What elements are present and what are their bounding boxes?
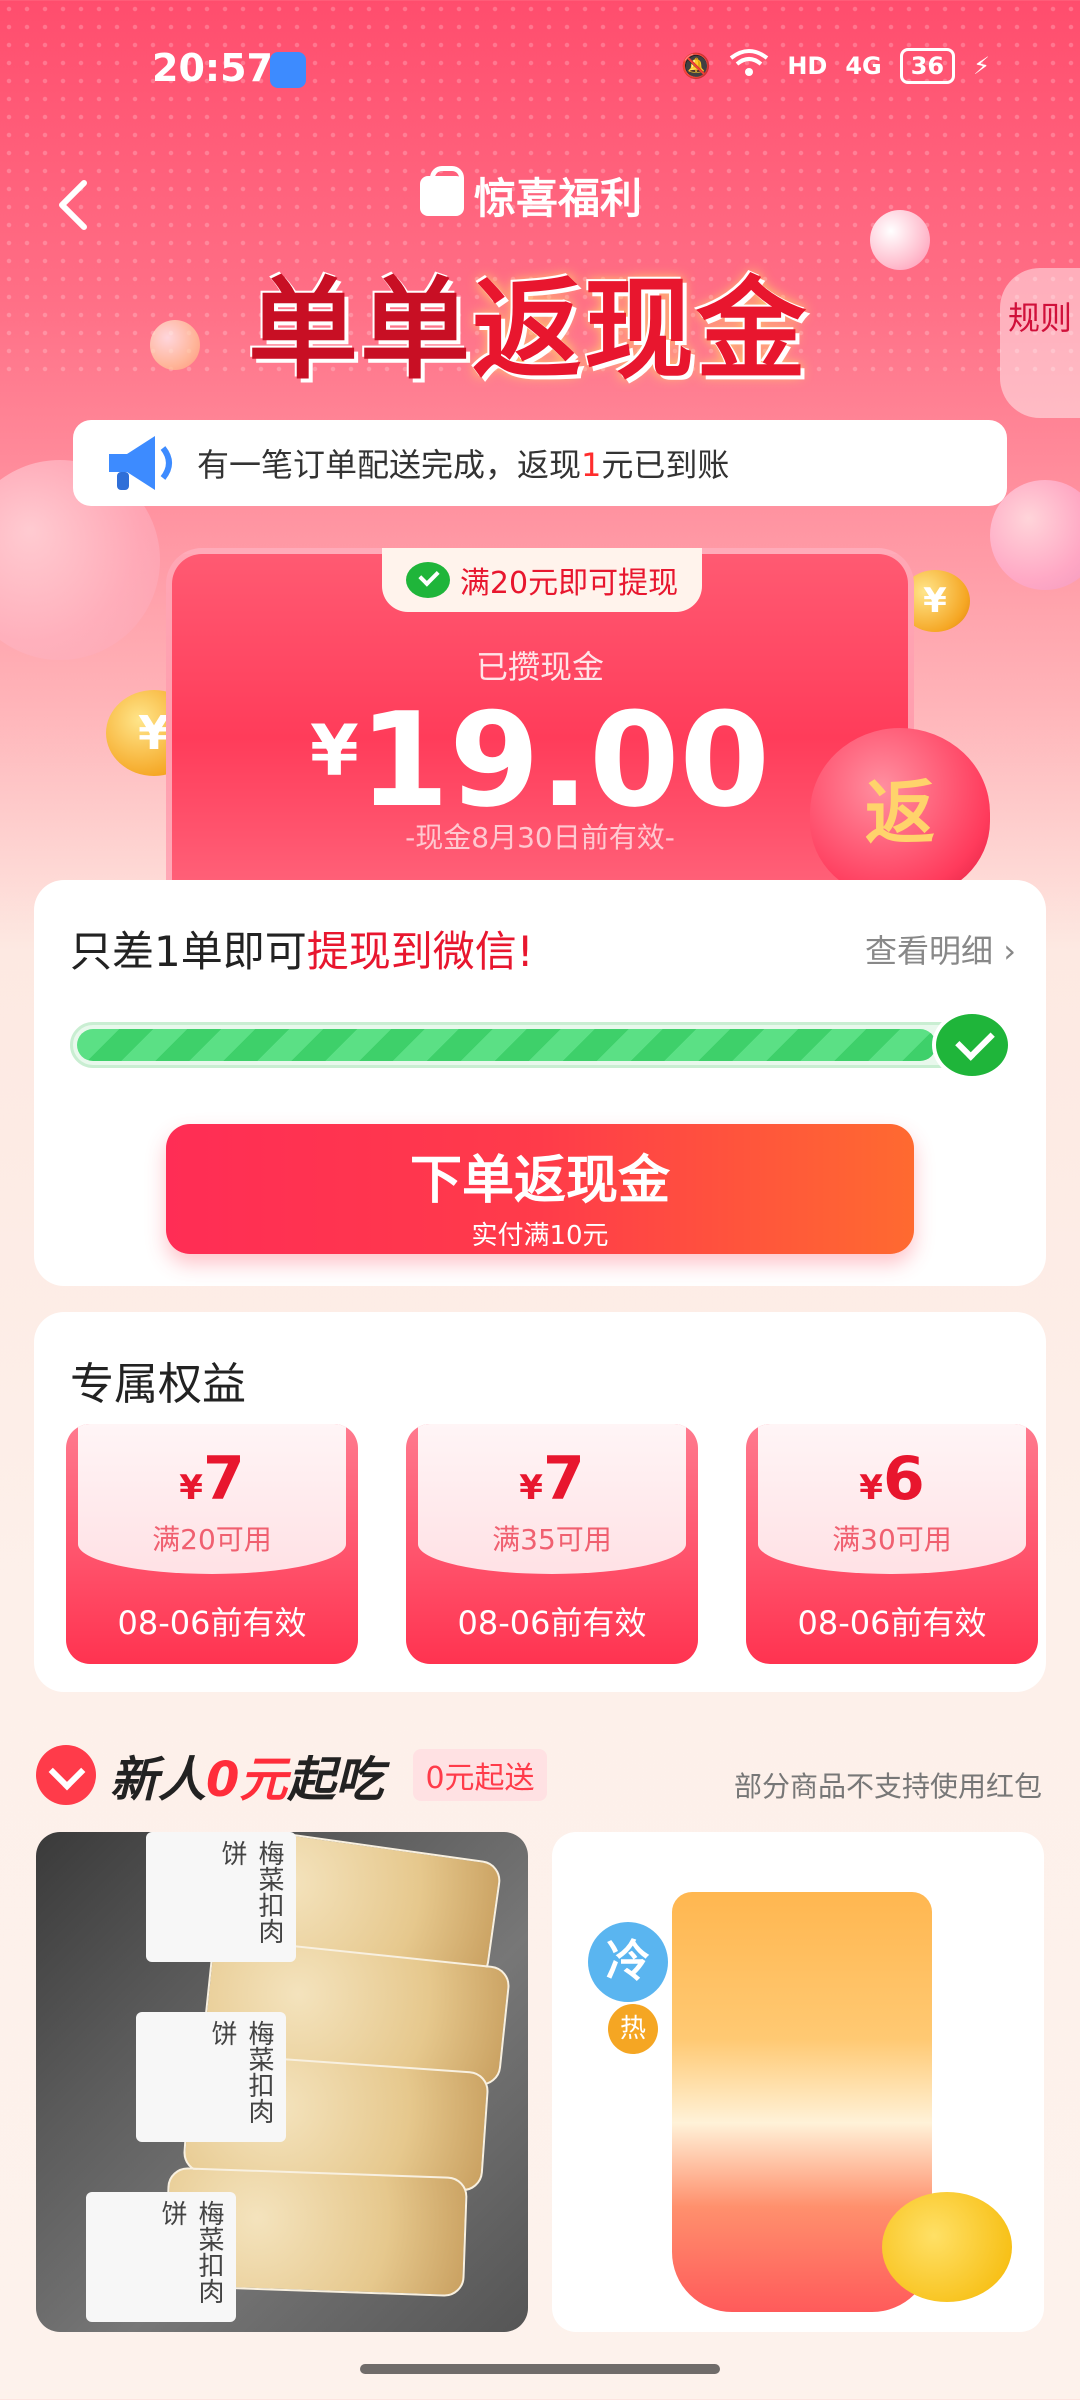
coupon-item[interactable]: ¥7 满20可用 08-06前有效 — [66, 1424, 358, 1664]
progress-bar — [70, 1022, 980, 1068]
coupon-list: ¥7 满20可用 08-06前有效 ¥7 满35可用 08-06前有效 ¥6 满… — [66, 1424, 1038, 1664]
megaphone-icon — [103, 428, 179, 498]
newbie-title: 新人0元起吃 — [110, 1740, 383, 1810]
hd-indicator: HD — [787, 52, 828, 80]
status-icons: 🔕 HD 4G 36 ⚡ — [681, 48, 990, 84]
chevron-left-icon — [59, 180, 87, 230]
product-card[interactable]: 冷 热 — [552, 1832, 1044, 2332]
cash-expiry: -现金8月30日前有效- — [405, 821, 675, 854]
view-details-link[interactable]: 查看明细 › — [865, 926, 1016, 972]
product-image-wrapper: 梅菜扣肉饼 — [136, 2012, 286, 2142]
cash-card: 满20元即可提现 已攒现金 ¥19.00 -现金8月30日前有效- — [166, 548, 914, 928]
page-title-part2: 返现金 — [472, 266, 808, 394]
benefits-title: 专属权益 — [70, 1359, 246, 1410]
coupon-amount: ¥7 — [418, 1424, 686, 1514]
mango-image — [882, 2192, 1012, 2302]
withdraw-threshold-tag: 满20元即可提现 — [382, 548, 702, 612]
cash-amount-value: 19.00 — [358, 684, 770, 836]
progress-title-before: 只差1单即可 — [70, 927, 307, 976]
home-indicator[interactable] — [360, 2364, 720, 2374]
battery-indicator: 36 — [899, 48, 956, 84]
notice-bar: 有一笔订单配送完成，返现1元已到账 — [73, 420, 1007, 506]
coupon-top: ¥6 满30可用 — [758, 1424, 1026, 1574]
wechat-check-icon — [932, 1010, 1012, 1080]
cash-amount: ¥19.00 — [172, 684, 908, 836]
order-button-label: 下单返现金 — [409, 1151, 670, 1211]
currency-symbol: ¥ — [310, 710, 359, 792]
red-envelope-bag-icon: 返 — [810, 728, 990, 898]
notice-text: 有一笔订单配送完成，返现1元已到账 — [197, 440, 729, 486]
benefits-card: 专属权益 ¥7 满20可用 08-06前有效 ¥7 满35可用 08-06前有效… — [34, 1312, 1046, 1692]
coupon-amount: ¥7 — [78, 1424, 346, 1514]
order-button-sublabel: 实付满10元 — [471, 1221, 609, 1251]
newbie-note: 部分商品不支持使用红包 — [733, 1770, 1042, 1803]
cold-badge: 冷 — [588, 1922, 668, 2002]
coupon-expiry: 08-06前有效 — [457, 1604, 647, 1642]
free-delivery-tag: 0元起送 — [413, 1749, 547, 1801]
coupon-item[interactable]: ¥6 满30可用 08-06前有效 — [746, 1424, 1038, 1664]
newbie-title-after: 起吃 — [287, 1752, 384, 1808]
coupon-amount: ¥6 — [758, 1424, 1026, 1514]
arrow-down-circle-icon — [36, 1745, 96, 1805]
cash-label: 已攒现金 — [475, 648, 604, 686]
coupon-value: 6 — [882, 1444, 925, 1514]
coupon-value: 7 — [202, 1444, 245, 1514]
notice-text-before: 有一笔订单配送完成，返现 — [197, 446, 582, 484]
progress-card: 只差1单即可提现到微信! 查看明细 › 下单返现金 实付满10元 — [34, 880, 1046, 1286]
status-time: 20:57 — [152, 46, 273, 90]
product-image-wrapper: 梅菜扣肉饼 — [86, 2192, 236, 2322]
decor-bubble — [150, 320, 200, 370]
wechat-icon — [405, 562, 450, 598]
coupon-condition: 满35可用 — [492, 1523, 612, 1556]
header-badge: 惊喜福利 — [420, 165, 642, 226]
page-title: 单单返现金 — [248, 240, 808, 400]
product-card[interactable]: 梅菜扣肉饼 梅菜扣肉饼 梅菜扣肉饼 — [36, 1832, 528, 2332]
newbie-title-highlight: 0元 — [206, 1752, 288, 1808]
charging-icon: ⚡ — [973, 52, 990, 80]
rules-button[interactable]: 规则 — [1000, 268, 1080, 418]
app-notification-icon — [270, 52, 306, 88]
wifi-icon — [729, 48, 769, 84]
progress-bar-fill — [77, 1029, 936, 1061]
coupon-expiry: 08-06前有效 — [117, 1604, 307, 1642]
coupon-expiry: 08-06前有效 — [797, 1604, 987, 1642]
coupon-currency: ¥ — [519, 1468, 543, 1508]
signal-indicator: 4G — [845, 52, 882, 80]
progress-title: 只差1单即可提现到微信! — [70, 918, 534, 979]
coupon-value: 7 — [542, 1444, 585, 1514]
decor-bubble — [870, 210, 930, 270]
product-image-wrapper: 梅菜扣肉饼 — [146, 1832, 296, 1962]
gift-icon — [420, 165, 464, 216]
coupon-top: ¥7 满20可用 — [78, 1424, 346, 1574]
coupon-condition: 满30可用 — [832, 1523, 952, 1556]
coupon-currency: ¥ — [179, 1468, 203, 1508]
progress-title-highlight: 提现到微信! — [306, 927, 534, 976]
coupon-condition: 满20可用 — [152, 1523, 272, 1556]
header-badge-label: 惊喜福利 — [474, 174, 643, 223]
coupon-item[interactable]: ¥7 满35可用 08-06前有效 — [406, 1424, 698, 1664]
coupon-currency: ¥ — [859, 1468, 883, 1508]
page-title-part1: 单单 — [248, 266, 472, 394]
newbie-section-header: 新人0元起吃 0元起送 — [36, 1740, 547, 1810]
order-cashback-button[interactable]: 下单返现金 实付满10元 — [166, 1124, 914, 1254]
back-button[interactable] — [50, 175, 100, 235]
withdraw-threshold-label: 满20元即可提现 — [459, 566, 679, 601]
notice-amount: 1 — [581, 446, 602, 484]
mute-icon: 🔕 — [681, 52, 712, 80]
coupon-top: ¥7 满35可用 — [418, 1424, 686, 1574]
notice-text-after: 元已到账 — [601, 446, 730, 484]
newbie-title-before: 新人 — [110, 1752, 207, 1808]
hot-badge: 热 — [608, 2004, 658, 2054]
status-bar: 20:57 🔕 HD 4G 36 ⚡ — [0, 40, 1080, 100]
